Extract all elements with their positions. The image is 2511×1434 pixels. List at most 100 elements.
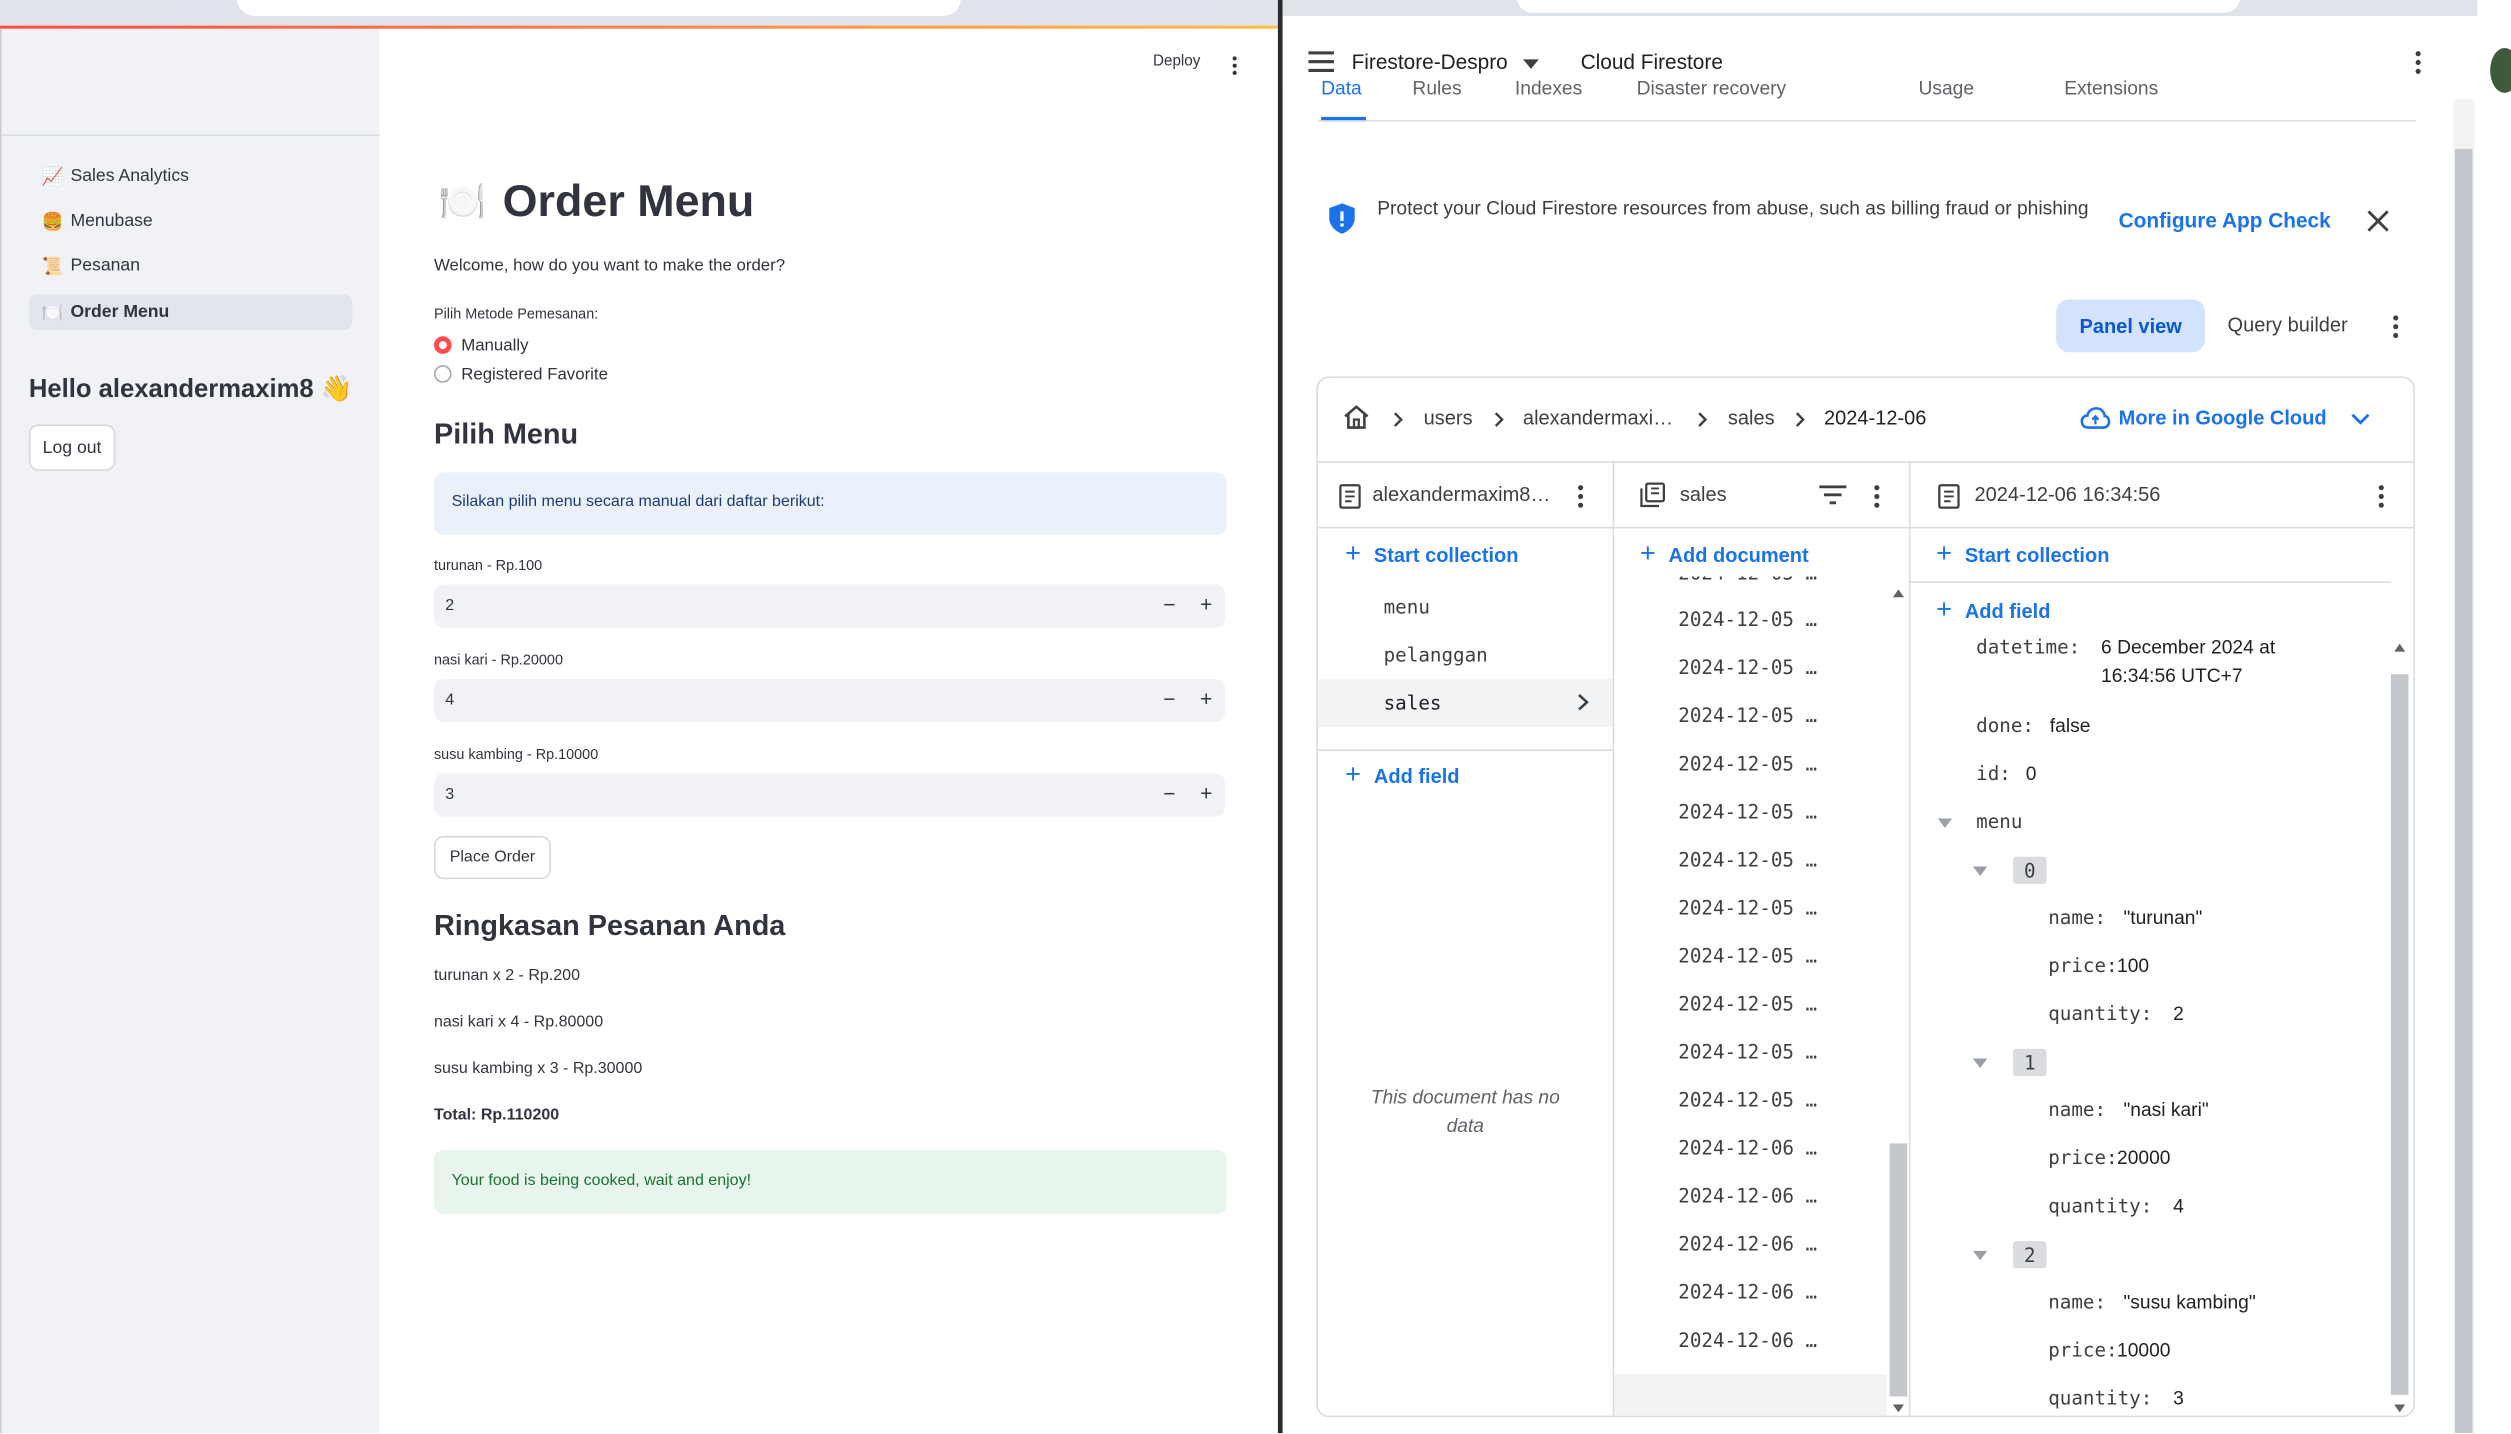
scroll-down-icon[interactable] — [1892, 1404, 1905, 1413]
field-value-quantity[interactable]: 4 — [2173, 1195, 2184, 1217]
quantity-value[interactable]: 4 — [445, 692, 454, 710]
sidebar-item-pesanan[interactable]: 📜 Pesanan — [29, 248, 352, 283]
breadcrumb-current[interactable]: 2024-12-06 — [1824, 407, 1926, 429]
avatar[interactable] — [2490, 48, 2511, 93]
quantity-value[interactable]: 3 — [445, 786, 454, 804]
document-item[interactable]: 2024-12-05 … — [1678, 993, 1817, 1015]
field-value-done[interactable]: false — [2050, 714, 2091, 736]
decrement-button[interactable]: − — [1163, 687, 1175, 711]
document-item-selected[interactable] — [1614, 1374, 1887, 1416]
main-menu-icon[interactable] — [1227, 54, 1243, 76]
document-item[interactable]: 2024-12-05 … — [1678, 897, 1817, 919]
document-item[interactable]: 2024-12-06 … — [1678, 1281, 1817, 1303]
scroll-down-icon[interactable] — [2394, 1404, 2406, 1413]
scrollbar-thumb[interactable] — [1889, 1143, 1908, 1397]
deploy-button[interactable]: Deploy — [1153, 53, 1200, 71]
tab-rules[interactable]: Rules — [1412, 77, 1461, 99]
sidebar-item-menubase[interactable]: 🍔 Menubase — [29, 203, 352, 238]
sidebar-item-sales-analytics[interactable]: 📈 Sales Analytics — [29, 159, 352, 194]
quantity-stepper[interactable]: 4 − + — [433, 678, 1226, 723]
document-item[interactable]: 2024-12-06 … — [1678, 1329, 1817, 1351]
quantity-value[interactable]: 2 — [445, 597, 454, 615]
field-value-name[interactable]: "nasi kari" — [2123, 1099, 2208, 1121]
document-item[interactable]: 2024-12-06 … — [1678, 1185, 1817, 1207]
project-selector[interactable]: Firestore-Despro — [1352, 50, 1540, 74]
tab-data[interactable]: Data — [1321, 77, 1362, 99]
document-item[interactable]: 2024-12-05 … — [1678, 1089, 1817, 1111]
more-in-google-cloud-button[interactable]: More in Google Cloud — [2119, 407, 2327, 429]
start-collection-button[interactable]: + Start collection — [1345, 538, 1518, 570]
start-collection-button[interactable]: + Start collection — [1936, 538, 2109, 570]
column-menu-icon[interactable] — [1872, 484, 1882, 510]
field-list-scrollbar[interactable] — [2389, 639, 2410, 1416]
more-options-icon[interactable] — [2413, 50, 2423, 76]
column-menu-icon[interactable] — [2376, 484, 2386, 510]
field-value-quantity[interactable]: 3 — [2173, 1387, 2184, 1409]
field-value-price[interactable]: 20000 — [2117, 1147, 2170, 1169]
tab-extensions[interactable]: Extensions — [2064, 77, 2158, 99]
document-item[interactable]: 2024-12-06 … — [1678, 1233, 1817, 1255]
add-document-button[interactable]: + Add document — [1640, 538, 1809, 570]
collection-item-sales[interactable]: sales — [1384, 692, 1442, 714]
field-value-name[interactable]: "susu kambing" — [2123, 1291, 2255, 1313]
tab-disaster-recovery[interactable]: Disaster recovery — [1637, 77, 1787, 99]
document-item[interactable]: 2024-12-05 … — [1678, 849, 1817, 871]
query-builder-button[interactable]: Query builder — [2228, 314, 2348, 336]
logout-button[interactable]: Log out — [28, 424, 116, 471]
document-item[interactable]: 2024-12-05 … — [1678, 609, 1817, 631]
radio-manually[interactable] — [433, 336, 452, 354]
tab-indexes[interactable]: Indexes — [1515, 77, 1582, 99]
decrement-button[interactable]: − — [1163, 781, 1175, 805]
collapse-arrow-icon[interactable] — [1972, 1250, 1988, 1261]
close-icon[interactable] — [2367, 210, 2389, 232]
radio-registered-favorite[interactable] — [433, 365, 452, 383]
breadcrumb-sales[interactable]: sales — [1728, 407, 1775, 429]
field-value-id[interactable]: 0 — [2026, 762, 2037, 784]
field-value-price[interactable]: 100 — [2117, 954, 2149, 976]
array-index-badge[interactable]: 0 — [2012, 856, 2047, 884]
panel-view-button[interactable]: Panel view — [2056, 299, 2206, 353]
increment-button[interactable]: + — [1200, 781, 1212, 805]
tab-usage[interactable]: Usage — [1918, 77, 1974, 99]
sidebar-item-order-menu[interactable]: 🍽️ Order Menu — [28, 294, 353, 330]
field-value-price[interactable]: 10000 — [2117, 1339, 2170, 1361]
home-icon[interactable] — [1342, 404, 1371, 431]
document-item[interactable]: 2024-12-06 … — [1678, 1137, 1817, 1159]
collapse-arrow-icon[interactable] — [1937, 818, 1953, 828]
page-scrollbar[interactable] — [2453, 99, 2475, 1434]
document-item-partial[interactable]: 2024-12-05 … — [1614, 577, 1886, 590]
document-item[interactable]: 2024-12-05 … — [1678, 657, 1817, 679]
document-item[interactable]: 2024-12-05 … — [1678, 1041, 1817, 1063]
configure-app-check-link[interactable]: Configure App Check — [2119, 208, 2331, 232]
breadcrumb-users[interactable]: users — [1424, 407, 1473, 429]
field-value-name[interactable]: "turunan" — [2123, 906, 2202, 928]
quantity-stepper[interactable]: 2 − + — [433, 584, 1226, 628]
array-index-badge[interactable]: 1 — [2012, 1048, 2047, 1077]
document-item[interactable]: 2024-12-05 … — [1678, 705, 1817, 727]
collection-item-menu[interactable]: menu — [1384, 596, 1430, 618]
scrollbar-thumb[interactable] — [2390, 674, 2409, 1395]
field-value-datetime[interactable]: 6 December 2024 at — [2101, 636, 2275, 658]
increment-button[interactable]: + — [1200, 687, 1212, 711]
filter-icon[interactable] — [1819, 485, 1847, 505]
breadcrumb-user-doc[interactable]: alexandermaxi… — [1523, 407, 1673, 429]
array-index-badge[interactable]: 2 — [2012, 1241, 2047, 1269]
address-bar[interactable] — [1516, 0, 2241, 13]
collection-item-pelanggan[interactable]: pelanggan — [1384, 644, 1488, 666]
field-value-quantity[interactable]: 2 — [2173, 1002, 2184, 1024]
scroll-up-icon[interactable] — [1892, 589, 1905, 598]
scrollbar-thumb[interactable] — [2454, 148, 2473, 1434]
add-field-button[interactable]: + Add field — [1936, 594, 2050, 626]
collapse-arrow-icon[interactable] — [1972, 1058, 1988, 1069]
place-order-button[interactable]: Place Order — [433, 835, 551, 880]
document-item[interactable]: 2024-12-05 … — [1678, 801, 1817, 823]
column-menu-icon[interactable] — [1576, 484, 1586, 510]
document-item[interactable]: 2024-12-05 … — [1678, 945, 1817, 967]
chevron-down-icon[interactable] — [2351, 413, 2370, 426]
field-value-datetime[interactable]: 16:34:56 UTC+7 — [2101, 665, 2243, 687]
decrement-button[interactable]: − — [1163, 593, 1175, 617]
collection-item-selected[interactable] — [1317, 678, 1613, 728]
hamburger-menu-icon[interactable] — [1308, 51, 1334, 73]
view-options-icon[interactable] — [2391, 314, 2401, 340]
increment-button[interactable]: + — [1200, 593, 1212, 617]
